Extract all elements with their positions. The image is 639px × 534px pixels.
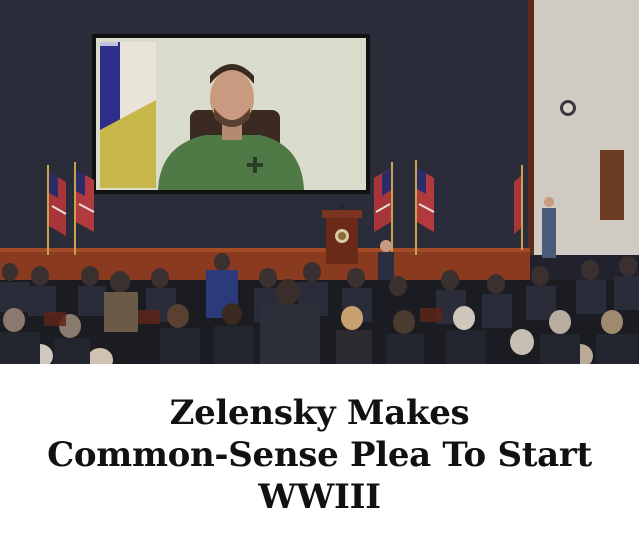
- meme-post: Zelensky Makes Common-Sense Plea To Star…: [0, 0, 639, 534]
- auditorium-scene: [0, 0, 639, 364]
- auditorium-photo: [0, 0, 639, 364]
- podium: [322, 204, 362, 264]
- headline: Zelensky Makes Common-Sense Plea To Star…: [0, 392, 639, 518]
- audience: [0, 253, 639, 364]
- video-screen: [92, 34, 370, 194]
- headline-line-3: WWIII: [258, 477, 381, 517]
- headline-line-1: Zelensky Makes: [169, 393, 470, 433]
- side-door: [600, 150, 624, 220]
- headline-line-2: Common-Sense Plea To Start: [47, 435, 592, 475]
